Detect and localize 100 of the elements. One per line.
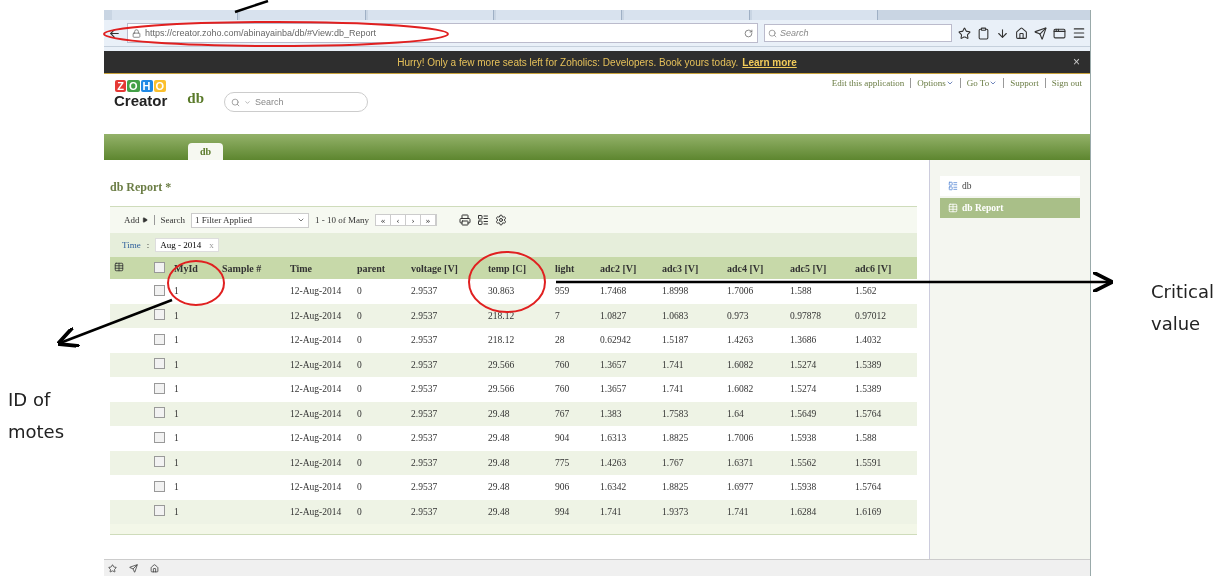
column-header[interactable]: adc2 [V] [596,262,658,274]
table-cell-text: 1.7468 [599,286,628,297]
table-cell-text: 767 [554,408,571,419]
checkbox[interactable] [154,382,165,394]
column-header[interactable]: Sample # [218,262,286,274]
checkbox[interactable] [154,309,165,321]
send-icon[interactable] [1034,26,1047,40]
header-link[interactable]: Go To [959,78,998,88]
table-cell-text: 0 [356,310,363,321]
column-header[interactable]: adc6 [V] [851,262,916,274]
table-cell-text: 1 [173,506,180,517]
play-icon [141,217,148,223]
table-cell-text: 2.9537 [410,359,439,370]
table-cell-text: 1.383 [599,408,623,419]
table-cell-text: 1.5591 [854,457,883,468]
status-icon[interactable] [108,563,117,573]
table-cell-text: 0 [356,408,363,419]
table-cell-text: 1 [173,433,180,444]
table-cell-text: 1 [173,310,180,321]
clipboard-icon[interactable] [977,26,990,40]
table-cell-text: 2.9537 [410,482,439,493]
tab[interactable]: db [188,143,224,160]
checkbox[interactable] [154,407,165,419]
table-cell-text: 760 [554,359,571,370]
sidebar-item[interactable]: db [940,176,1080,196]
search-button[interactable]: Search [160,215,185,225]
column-header[interactable]: parent [353,262,407,274]
table-cell-text: 1.5187 [661,335,690,346]
lock-icon [132,28,141,38]
table-cell-text: 1.7006 [726,433,755,444]
star-icon[interactable] [958,26,971,40]
table-cell-text: 2.9537 [410,408,439,419]
table-cell-text: 1.4263 [726,335,755,346]
status-icon[interactable] [150,563,159,573]
table-cell-text: 1.6082 [726,359,755,370]
column-header[interactable]: voltage [V] [407,262,484,274]
status-icon[interactable] [129,563,138,573]
columns-icon[interactable] [477,214,489,226]
checkbox[interactable] [154,358,165,370]
filter-select[interactable]: 1 Filter Applied [191,212,309,228]
window-icon[interactable] [1053,26,1066,40]
download-icon[interactable] [996,26,1009,40]
table-cell-text: 2.9537 [410,506,439,517]
table-cell-text: 0 [356,433,363,444]
checkbox[interactable] [154,505,165,517]
table-cell-text: 12-Aug-2014 [289,433,343,444]
form-icon [948,181,958,191]
header-link[interactable]: Support [1003,78,1039,88]
logo-letter: O [153,80,167,92]
table-cell-text: 12-Aug-2014 [289,286,343,297]
checkbox[interactable] [154,333,165,345]
learn-more-link[interactable]: Learn more [742,56,797,68]
pager-button[interactable]: ‹ [391,215,406,225]
add-button[interactable]: Add [124,215,148,225]
logo-letter: O [127,80,140,92]
annotation-label: Critical value [1150,280,1215,336]
header-link[interactable]: Sign out [1044,78,1082,88]
table-icon[interactable] [114,262,124,272]
column-header[interactable]: light [551,262,596,274]
table-cell-text: 2.9537 [410,286,439,297]
column-header[interactable]: Time [286,262,353,274]
menu-icon[interactable] [1072,26,1086,40]
table-cell-text: 1.6284 [789,506,818,517]
column-header[interactable]: adc4 [V] [723,262,786,274]
column-header[interactable]: MyId [170,262,218,274]
table-cell-text: 1.5649 [789,408,818,419]
table-cell-text: 1.767 [661,457,685,468]
reload-icon[interactable] [744,28,753,38]
checkbox[interactable] [154,261,165,273]
pager-button[interactable]: « [376,215,391,225]
table-cell-text: 994 [554,506,571,517]
table-cell-text: 1.6977 [726,482,755,493]
checkbox[interactable] [154,480,165,492]
address-bar[interactable]: https://creator.zoho.com/abinayainba/db/#View:db_Report [127,23,758,43]
table-cell-text: 775 [554,457,571,468]
table-cell-text: 12-Aug-2014 [289,408,343,419]
column-header[interactable]: adc5 [V] [786,262,851,274]
home-icon[interactable] [1015,26,1028,40]
header-link[interactable]: Options [910,78,954,88]
settings-icon[interactable] [495,214,507,226]
table-cell-text: 29.48 [487,433,511,444]
filter-chip[interactable]: Aug - 2014 x [155,238,219,252]
table-cell-text: 1.6313 [599,433,628,444]
browser-search-field[interactable]: Search [764,24,952,42]
url-text: https://creator.zoho.com/abinayainba/db/#View:db_Report [145,28,377,38]
table-cell-text: 1.5764 [854,482,883,493]
checkbox[interactable] [154,456,165,468]
table-cell-text: 29.566 [487,359,516,370]
column-header[interactable]: temp [C] [484,262,551,274]
printer-icon[interactable] [459,214,471,226]
close-button[interactable]: × [1073,55,1080,69]
header-link[interactable]: Edit this application [831,78,905,88]
table-cell-text: 12-Aug-2014 [289,457,343,468]
checkbox[interactable] [154,284,165,296]
pager-button[interactable]: › [406,215,421,225]
table-icon [948,203,958,213]
pager-button[interactable]: » [421,215,436,225]
table-cell-text: 0.62942 [599,335,632,346]
column-header[interactable]: adc3 [V] [658,262,723,274]
checkbox[interactable] [154,431,165,443]
